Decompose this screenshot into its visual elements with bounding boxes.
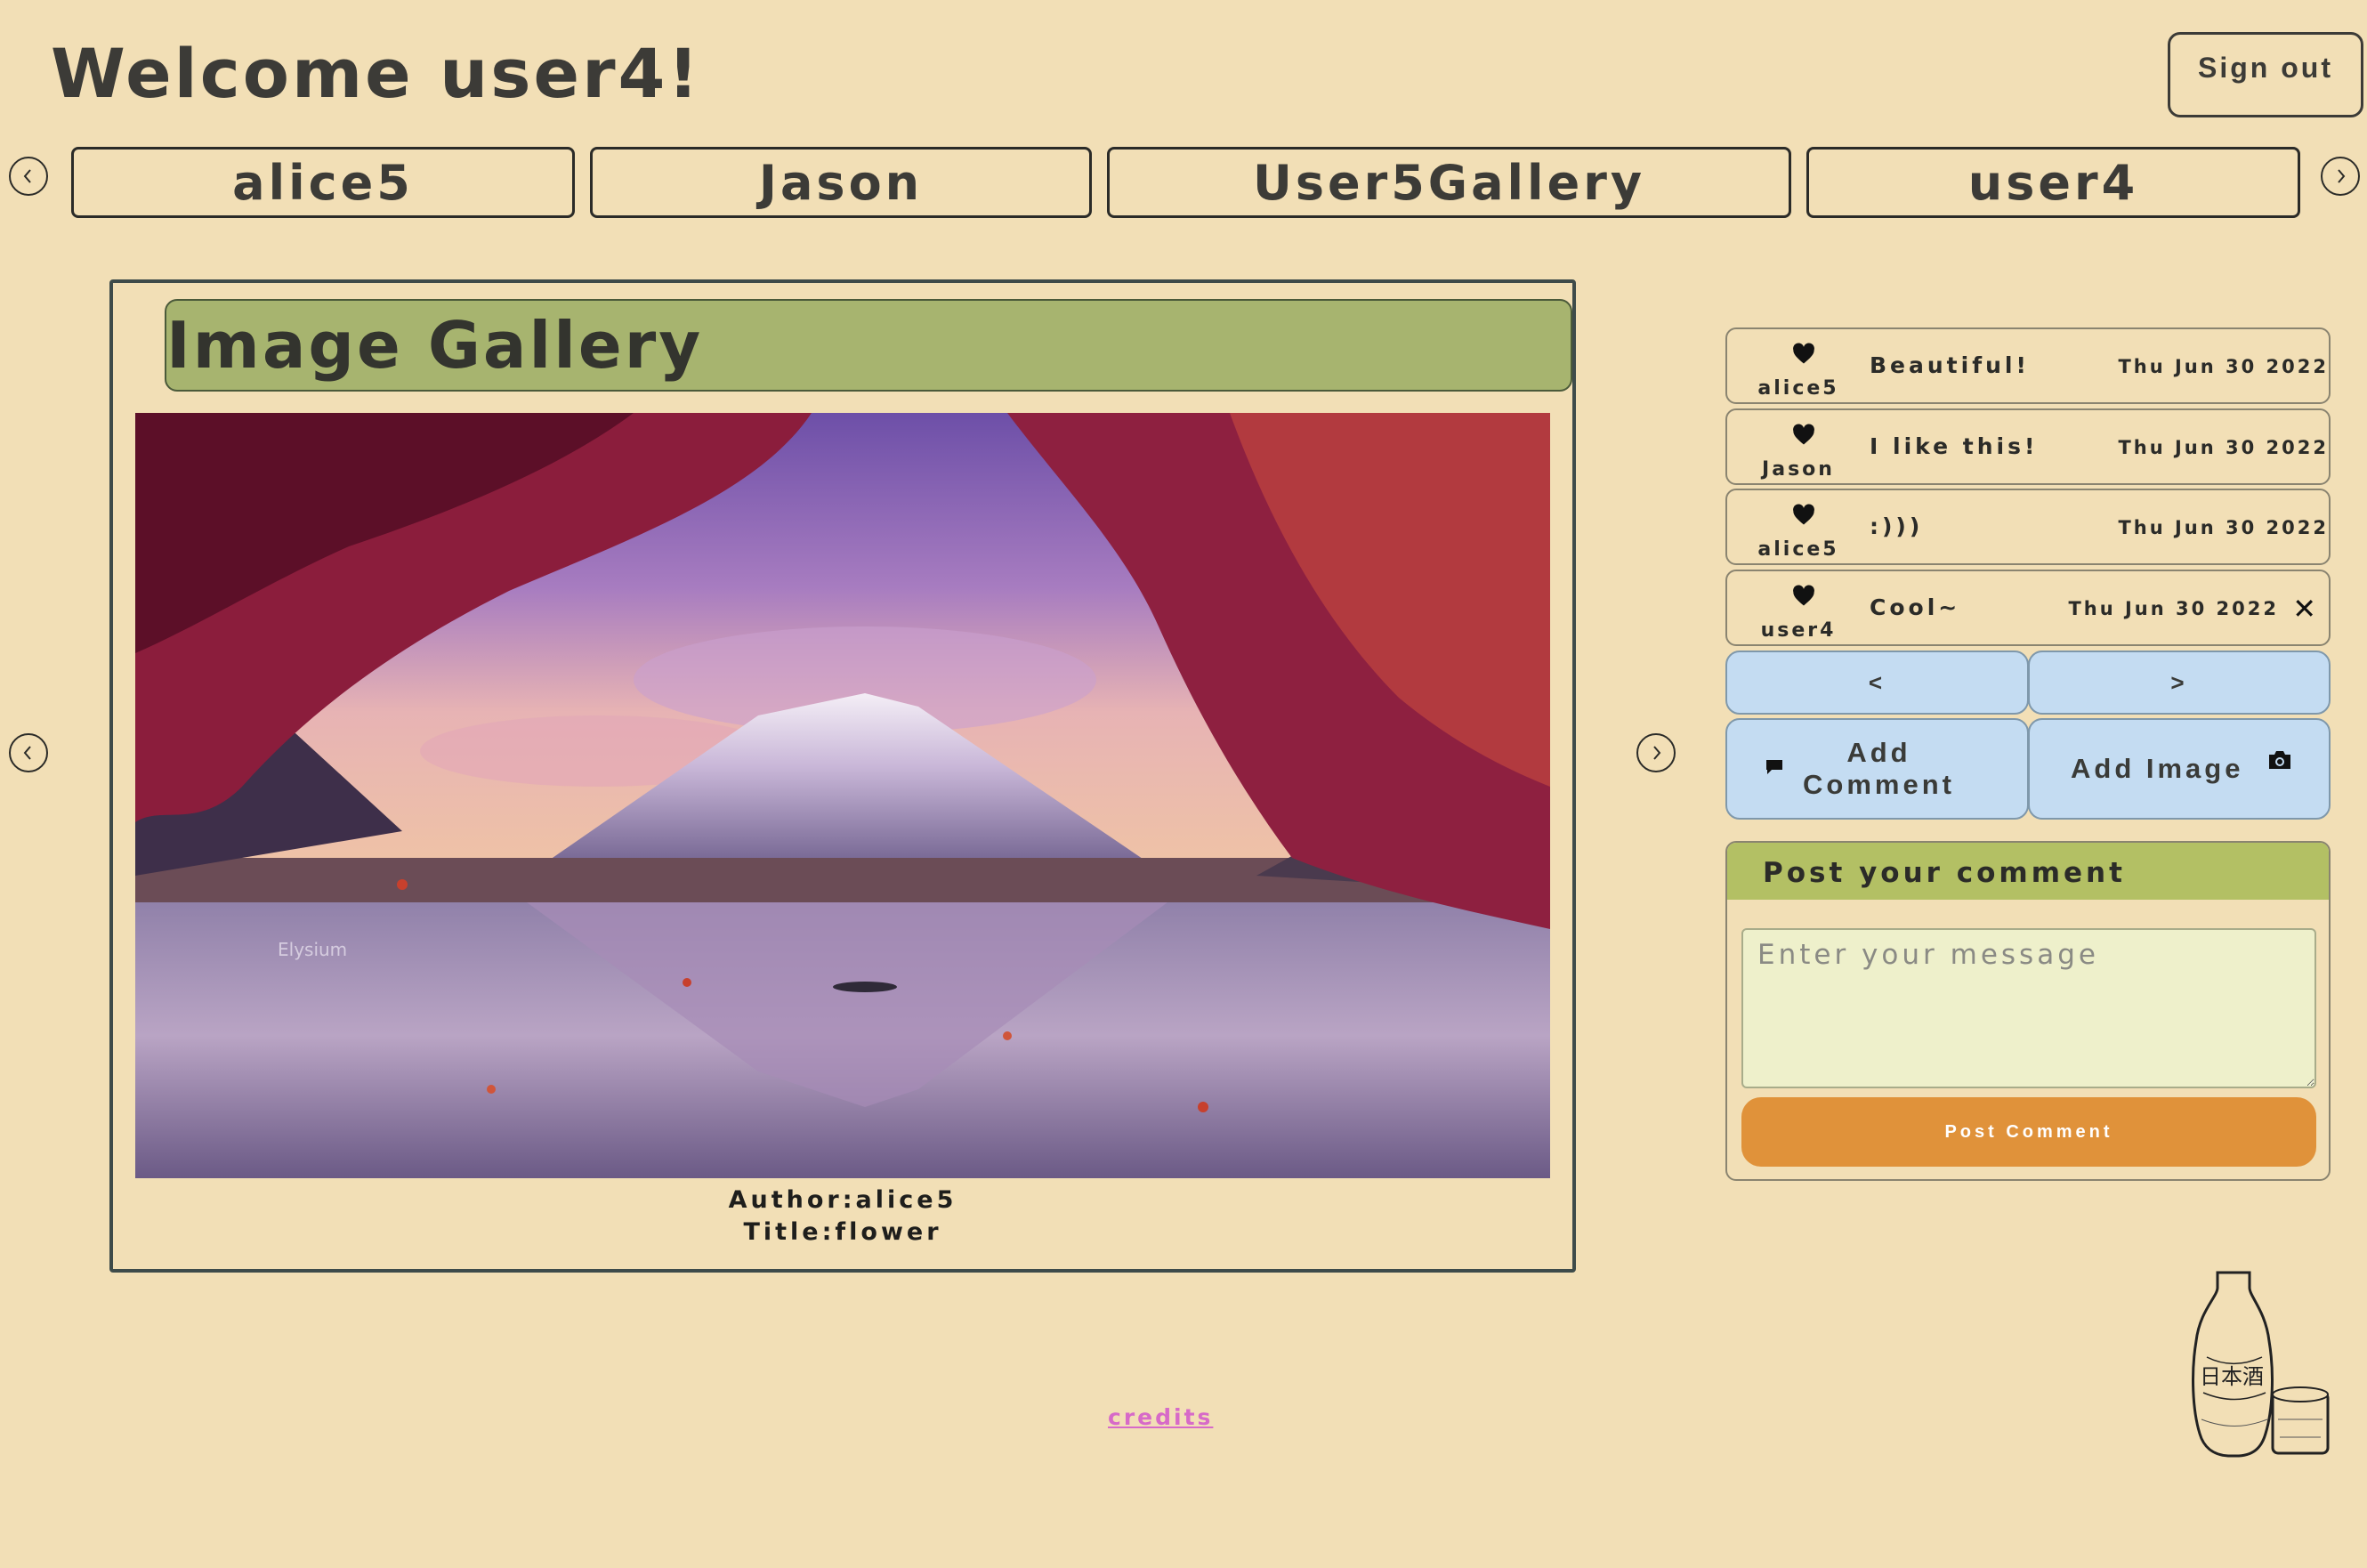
gallery-image: Elysium <box>135 413 1550 1178</box>
users-prev-button[interactable] <box>9 157 48 196</box>
add-comment-button[interactable]: Add Comment <box>1725 718 2029 820</box>
comment-date: Thu Jun 30 2022 <box>2118 517 2329 538</box>
post-comment-form: Post your comment Post Comment <box>1725 841 2331 1181</box>
chevron-left-icon <box>23 169 31 183</box>
mount-fuji-autumn-photo: Elysium <box>135 413 1550 1178</box>
image-next-button[interactable] <box>1636 733 1676 772</box>
comment-item: user4 Cool~ Thu Jun 30 2022 ✕ <box>1725 570 2331 646</box>
comment-author: alice5 <box>1757 377 1839 400</box>
message-input[interactable] <box>1741 928 2316 1088</box>
user-tab-user5gallery[interactable]: User5Gallery <box>1107 147 1791 218</box>
comment-text: :))) <box>1870 513 1924 539</box>
heart-icon[interactable] <box>1791 584 1816 609</box>
chevron-right-icon <box>1653 746 1661 760</box>
heart-icon[interactable] <box>1791 423 1816 448</box>
sake-bottle-icon: 日本酒 <box>2192 1271 2330 1458</box>
comment-item: alice5 Beautiful! Thu Jun 30 2022 <box>1725 327 2331 404</box>
post-comment-button[interactable]: Post Comment <box>1741 1097 2316 1167</box>
image-author: Author:alice5 <box>728 1186 957 1214</box>
credits-link[interactable]: credits <box>1108 1404 1213 1430</box>
heart-icon[interactable] <box>1791 503 1816 528</box>
comment-author: user4 <box>1760 619 1837 642</box>
post-comment-header: Post your comment <box>1727 843 2329 900</box>
camera-icon <box>2266 747 2293 779</box>
comment-text: Beautiful! <box>1870 352 2030 378</box>
image-title: Title:flower <box>743 1218 942 1246</box>
comment-text: Cool~ <box>1870 594 1961 620</box>
sign-out-button[interactable]: Sign out <box>2168 32 2363 117</box>
gallery-title: Image Gallery <box>165 299 1572 392</box>
chevron-left-icon <box>23 746 31 760</box>
comment-item: alice5 :))) Thu Jun 30 2022 <box>1725 489 2331 565</box>
add-image-label: Add Image <box>2071 753 2244 784</box>
comment-item: Jason I like this! Thu Jun 30 2022 <box>1725 408 2331 485</box>
comments-prev-button[interactable]: < <box>1725 651 2029 715</box>
user-tab-alice5[interactable]: alice5 <box>71 147 575 218</box>
comment-icon <box>1765 752 1784 784</box>
add-image-button[interactable]: Add Image <box>2028 718 2331 820</box>
user-tab-user4[interactable]: user4 <box>1806 147 2300 218</box>
comment-date: Thu Jun 30 2022 <box>2068 598 2279 619</box>
users-next-button[interactable] <box>2321 157 2360 196</box>
comment-date: Thu Jun 30 2022 <box>2118 356 2329 377</box>
add-comment-label-line1: Add <box>1846 737 1911 768</box>
photo-watermark: Elysium <box>278 939 347 960</box>
comment-author: alice5 <box>1757 538 1839 561</box>
sake-bottle-illustration: 日本酒 <box>2180 1268 2340 1459</box>
image-prev-button[interactable] <box>9 733 48 772</box>
welcome-heading: Welcome user4! <box>51 34 702 113</box>
sake-label: 日本酒 <box>2200 1364 2264 1389</box>
comment-date: Thu Jun 30 2022 <box>2118 437 2329 458</box>
add-comment-label-line2: Comment <box>1803 769 1955 800</box>
user-tab-jason[interactable]: Jason <box>590 147 1092 218</box>
delete-comment-icon[interactable]: ✕ <box>2292 594 2316 623</box>
comment-text: I like this! <box>1870 433 2039 459</box>
heart-icon[interactable] <box>1791 342 1816 367</box>
comment-author: Jason <box>1762 458 1835 481</box>
chevron-right-icon <box>2338 169 2346 183</box>
comments-next-button[interactable]: > <box>2028 651 2331 715</box>
